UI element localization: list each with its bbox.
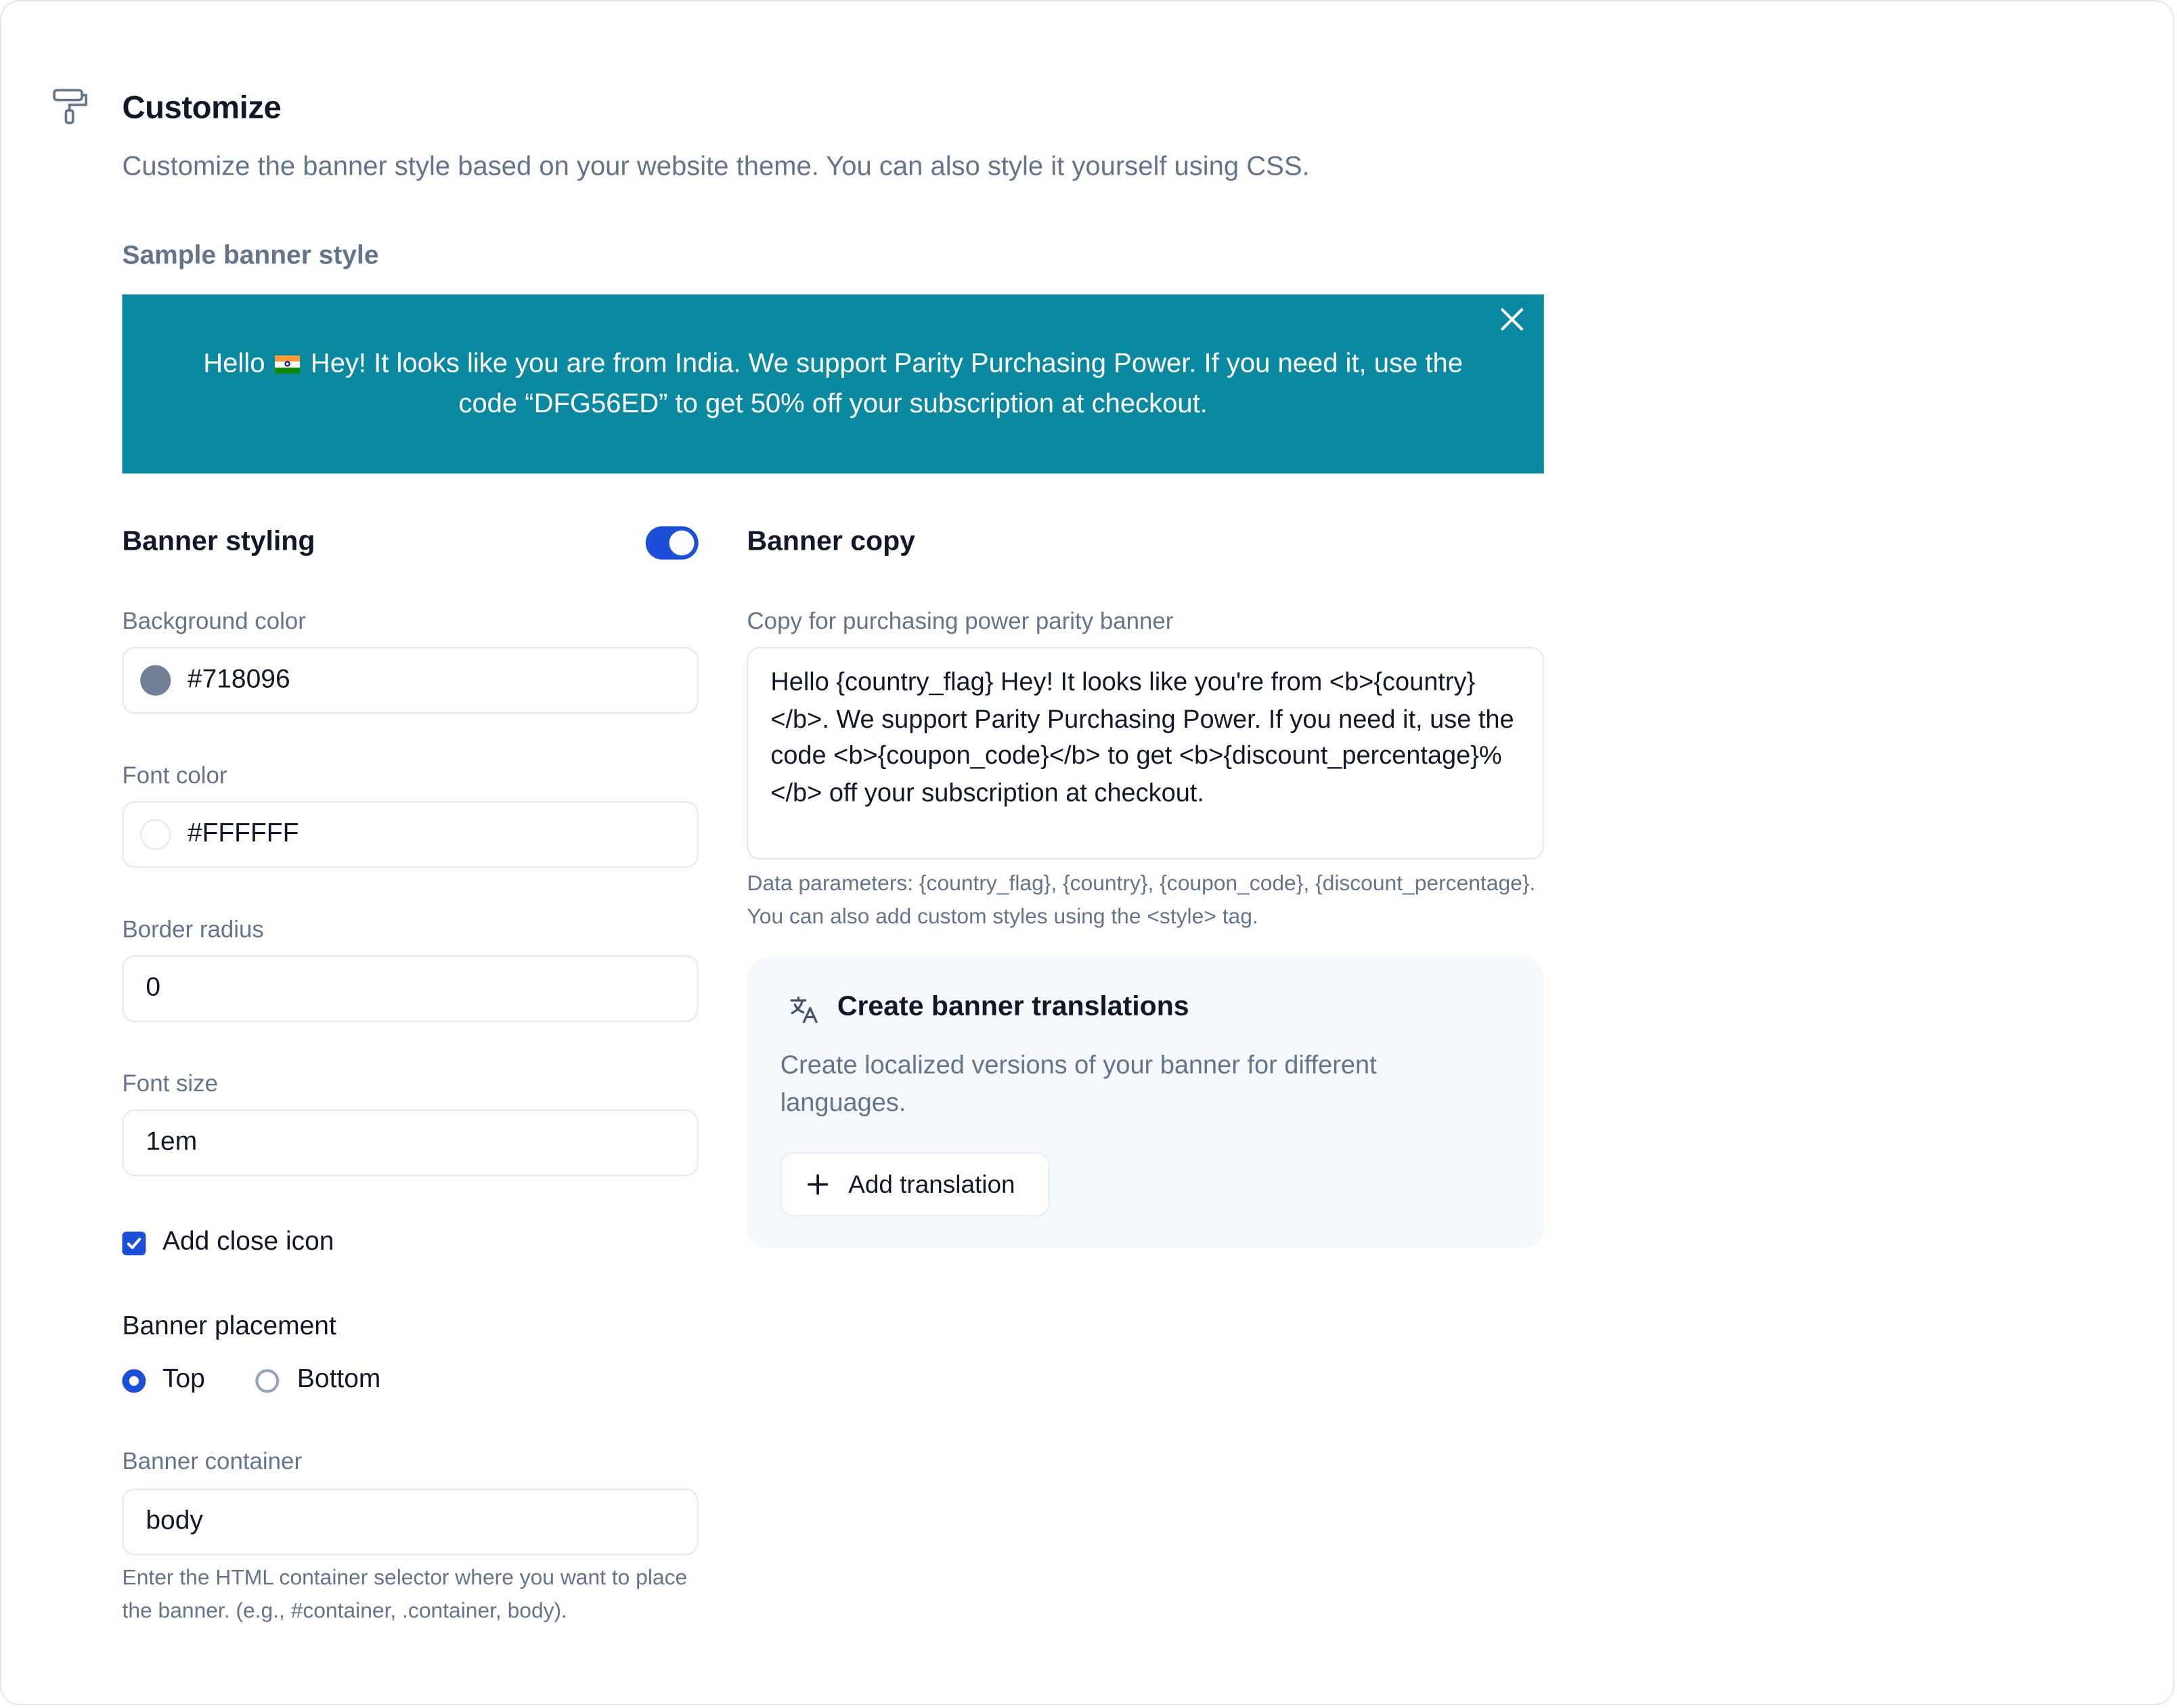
toggle-knob [669,530,695,556]
banner-message: Hey! It looks like you are from India. W… [310,347,1463,419]
font-color-field[interactable]: #FFFFFF [122,801,699,868]
close-icon[interactable] [1497,304,1527,334]
banner-container-input[interactable]: body [122,1488,699,1556]
banner-placement-title: Banner placement [122,1312,336,1342]
translate-icon [790,997,818,1024]
checkmark-icon [127,1238,141,1250]
banner-copy-title: Banner copy [747,526,915,557]
banner-styling-toggle[interactable] [645,526,699,560]
border-radius-value: 0 [146,973,161,1003]
sample-banner: Hello Hey! It looks like you are from In… [122,294,1544,474]
add-close-icon-label[interactable]: Add close icon [162,1227,334,1258]
border-radius-label: Border radius [122,916,264,943]
placement-top-label[interactable]: Top [162,1365,205,1395]
translations-title: Create banner translations [837,991,1189,1022]
banner-styling-title: Banner styling [122,526,315,557]
background-color-swatch[interactable] [140,665,171,696]
paint-roller-icon [53,89,88,125]
border-radius-input[interactable]: 0 [122,955,699,1022]
banner-copy-label: Copy for purchasing power parity banner [747,608,1174,635]
add-close-icon-checkbox[interactable] [122,1231,146,1256]
banner-container-help: Enter the HTML container selector where … [122,1566,688,1623]
add-translation-button[interactable]: Add translation [780,1152,1050,1217]
background-color-field[interactable]: #718096 [122,647,699,714]
translations-description: Create localized versions of your banner… [780,1049,1377,1116]
placement-bottom-label[interactable]: Bottom [297,1365,380,1395]
background-color-value: #718096 [187,665,290,695]
font-size-input[interactable]: 1em [122,1109,699,1177]
placement-top-radio[interactable] [122,1369,146,1393]
placement-bottom-radio[interactable] [255,1369,280,1393]
banner-container-label: Banner container [122,1448,303,1475]
page-subtitle: Customize the banner style based on your… [122,151,1310,182]
sample-banner-text: Hello Hey! It looks like you are from In… [178,344,1489,424]
background-color-label: Background color [122,608,306,635]
page-title: Customize [122,89,282,125]
stage: Customize Customize the banner style bas… [0,0,2177,1708]
font-size-label: Font size [122,1070,218,1097]
font-color-value: #FFFFFF [187,819,299,849]
font-size-value: 1em [146,1127,198,1157]
banner-container-value: body [146,1506,203,1536]
add-translation-label: Add translation [848,1170,1015,1198]
font-color-swatch[interactable] [140,819,171,850]
font-color-label: Font color [122,762,227,789]
india-flag-icon [275,355,301,373]
banner-copy-help: Data parameters: {country_flag}, {countr… [747,872,1536,929]
banner-greeting: Hello [203,347,265,378]
sample-banner-label: Sample banner style [122,241,379,271]
plus-icon [807,1174,829,1195]
banner-copy-textarea[interactable]: Hello {country_flag} Hey! It looks like … [747,647,1544,860]
